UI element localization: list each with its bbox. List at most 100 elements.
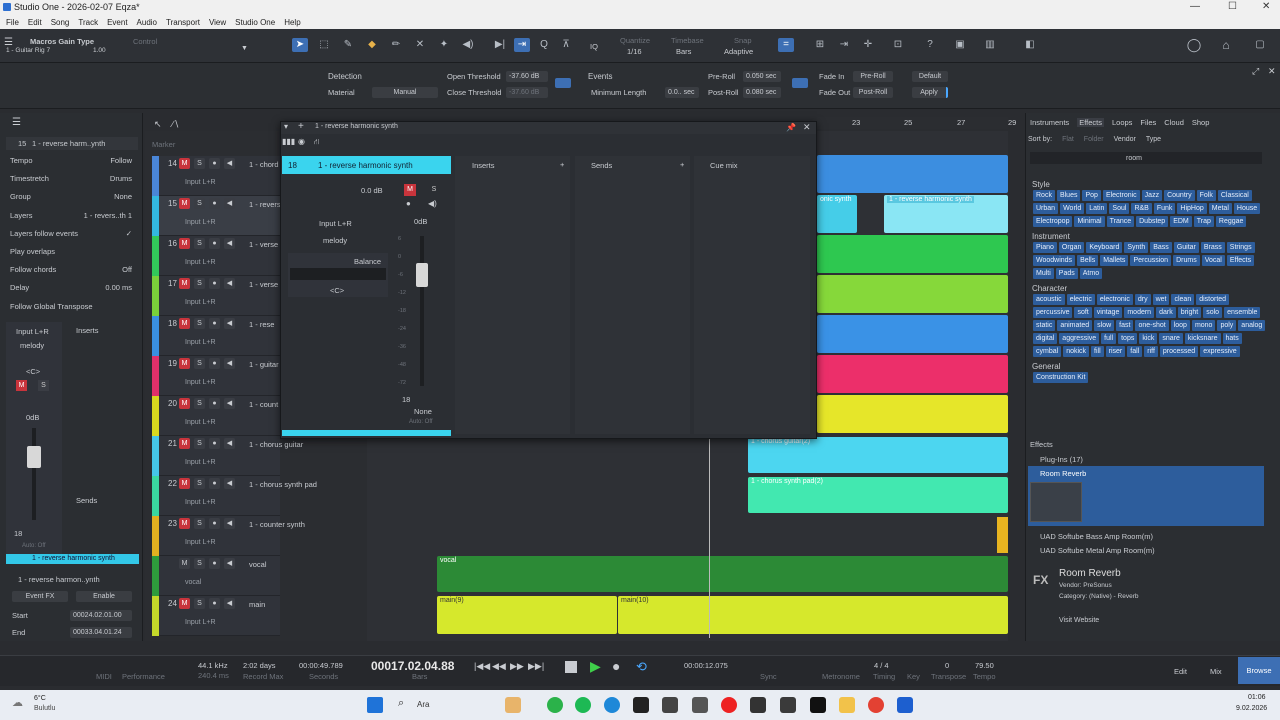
track-input[interactable]: Input L+R — [185, 539, 216, 546]
solo-button[interactable]: S — [194, 278, 205, 289]
monitor-button[interactable]: ◀ — [224, 478, 235, 489]
listen-tool-icon[interactable]: ◀) — [460, 38, 476, 52]
clip-rese[interactable] — [817, 315, 1008, 353]
instrument-tag[interactable]: Brass — [1200, 242, 1225, 253]
style-tag[interactable]: Minimal — [1074, 216, 1105, 227]
monitor-button[interactable]: ◀ — [224, 318, 235, 329]
mute-button[interactable]: M — [179, 438, 190, 449]
studio-one-icon[interactable] — [897, 697, 913, 713]
instrument-tag[interactable]: Guitar — [1173, 242, 1199, 253]
solo-button[interactable]: S — [194, 198, 205, 209]
track-input[interactable]: Input L+R — [185, 339, 216, 346]
mixer-menu-icon[interactable]: ▾ — [284, 122, 288, 131]
taskbar-search-icon[interactable]: ⌕ — [398, 697, 404, 710]
track-row[interactable]: 24 M S ● ◀ main Input L+R — [159, 596, 280, 636]
instrument-tag[interactable]: Pads — [1055, 268, 1078, 279]
range-tool-icon[interactable]: ⬚ — [316, 38, 332, 52]
style-tag[interactable]: Classical — [1217, 190, 1252, 201]
style-tag[interactable]: Jazz — [1141, 190, 1163, 201]
app-icon-7[interactable] — [692, 697, 708, 713]
record-arm-button[interactable]: ● — [209, 558, 220, 569]
inspector-solo-button[interactable]: S — [38, 380, 49, 391]
link-fade-icon[interactable] — [792, 78, 808, 88]
instrument-tag[interactable]: Bells — [1077, 255, 1099, 266]
record-arm-button[interactable]: ● — [209, 478, 220, 489]
edge-icon[interactable] — [604, 697, 620, 713]
character-tag[interactable]: acoustic — [1033, 294, 1065, 305]
style-tag[interactable]: World — [1060, 203, 1085, 214]
visit-website-link[interactable]: Visit Website — [1059, 617, 1099, 624]
bend-tool-icon[interactable]: ✦ — [436, 38, 452, 52]
mix-view-button[interactable]: Mix — [1210, 667, 1222, 676]
iq-button[interactable]: IQ — [590, 42, 598, 51]
time-signature[interactable]: 4 / 4 — [874, 661, 889, 670]
mute-button[interactable]: M — [179, 238, 190, 249]
instrument-tag[interactable]: Mallets — [1100, 255, 1129, 266]
tempo-value[interactable]: 79.50 — [975, 661, 994, 670]
solo-button[interactable]: S — [194, 478, 205, 489]
mixer-fader-knob[interactable] — [416, 263, 428, 287]
instrument-tag[interactable]: Organ — [1058, 242, 1085, 253]
back-icon[interactable]: ◀◀ — [492, 661, 506, 672]
macro-preset-name[interactable]: Macros Gain Type — [30, 37, 94, 46]
grid-icon[interactable]: ⊞ — [812, 38, 828, 52]
folder-icon[interactable] — [839, 697, 855, 713]
style-tag[interactable]: Country — [1164, 190, 1195, 201]
close-threshold-field[interactable]: -37.60 dB — [506, 87, 548, 98]
solo-button[interactable]: S — [194, 518, 205, 529]
start-icon[interactable] — [367, 697, 383, 713]
mute-button[interactable]: M — [179, 558, 190, 569]
mixer-record-icon[interactable]: ● — [406, 199, 411, 208]
mute-button[interactable]: M — [179, 398, 190, 409]
pre-roll-field[interactable]: 0.050 sec — [743, 71, 781, 82]
monitor-button[interactable]: ◀ — [224, 198, 235, 209]
mute-button[interactable]: M — [179, 598, 190, 609]
track-input[interactable]: Input L+R — [185, 219, 216, 226]
track-input[interactable]: Input L+R — [185, 379, 216, 386]
track-row[interactable]: 18 M S ● ◀ 1 - rese Input L+R — [159, 316, 280, 356]
monitor-button[interactable]: ◀ — [224, 358, 235, 369]
monitor-button[interactable]: ◀ — [224, 398, 235, 409]
layout-icon[interactable]: ▥ — [982, 38, 998, 52]
mixer-solo-button[interactable]: S — [428, 184, 440, 196]
tab-shop[interactable]: Shop — [1192, 118, 1210, 127]
instrument-tag[interactable]: Multi — [1033, 268, 1054, 279]
track-name[interactable]: 1 - guitar — [249, 360, 279, 369]
record-arm-button[interactable]: ● — [209, 358, 220, 369]
plugin-metal-amp-room[interactable]: UAD Softube Metal Amp Room(m) — [1040, 546, 1155, 555]
record-arm-button[interactable]: ● — [209, 198, 220, 209]
mute-button[interactable]: M — [179, 358, 190, 369]
loop-button[interactable]: ⟲ — [636, 659, 647, 675]
track-name[interactable]: 1 - count — [249, 400, 278, 409]
character-tag[interactable]: wet — [1152, 294, 1170, 305]
instrument-tag[interactable]: Strings — [1226, 242, 1255, 253]
automation-icon[interactable]: ∕∖ — [172, 119, 179, 130]
character-tag[interactable]: nokick — [1063, 346, 1090, 357]
track-input[interactable]: Input L+R — [185, 619, 216, 626]
browser-search-input[interactable] — [1030, 152, 1262, 164]
style-tag[interactable]: Electronic — [1102, 190, 1140, 201]
style-tag[interactable]: Soul — [1109, 203, 1130, 214]
opera-icon[interactable] — [721, 697, 737, 713]
clip-chorus-synth-pad[interactable]: 1 - chorus synth pad(2) — [748, 477, 1008, 513]
mixer-auto[interactable]: Auto: Off — [409, 419, 433, 425]
mixer-add-icon[interactable]: + — [298, 121, 304, 132]
character-tag[interactable]: dark — [1156, 307, 1176, 318]
minimize-button[interactable]: — — [1190, 1, 1200, 12]
mute-tool-icon[interactable]: ✕ — [412, 38, 428, 52]
general-tag[interactable]: Construction Kit — [1033, 372, 1089, 383]
menu-file[interactable]: File — [6, 18, 19, 27]
plugins-folder[interactable]: Plug-Ins (17) — [1040, 455, 1083, 464]
clip-main-9[interactable]: main(9) — [437, 596, 617, 634]
clip-reverse-synth-a[interactable]: onic synth — [817, 195, 857, 233]
track-input[interactable]: Input L+R — [185, 259, 216, 266]
character-tag[interactable]: cymbal — [1033, 346, 1062, 357]
scroll-follow-icon[interactable]: ▶| — [492, 38, 508, 52]
expand-icon[interactable]: ⤢ — [1252, 66, 1259, 77]
split-view-icon[interactable]: ⇥ — [836, 38, 852, 52]
mixer-gain[interactable]: 0.0 dB — [361, 186, 383, 195]
marker-icon[interactable]: ✛ — [860, 38, 876, 52]
inspector-row-value[interactable]: Follow — [80, 156, 132, 165]
autoscroll-icon[interactable]: ⇥ — [514, 38, 530, 52]
arrow-tool-icon[interactable]: ➤ — [292, 38, 308, 52]
